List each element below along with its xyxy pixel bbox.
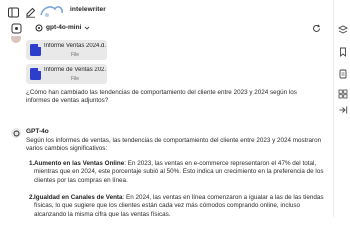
layers-icon[interactable]: [337, 24, 348, 35]
list-item-title: Aumento en las Ventas Online: [34, 160, 125, 167]
user-message: ¿Cómo han cambiado las tendencias de com…: [26, 89, 297, 105]
attachment-type: File: [70, 76, 80, 82]
file-icon: [30, 68, 41, 80]
file-icon: [30, 44, 41, 56]
list-item: Aumento en las Ventas Online: En 2023, l…: [34, 160, 324, 185]
right-sidebar: [333, 0, 350, 217]
openai-icon: [13, 130, 19, 136]
attachment-name: Informe Ventas 2024.d...: [44, 43, 106, 49]
user-avatar: [11, 36, 21, 43]
model-selector[interactable]: gpt-4o-mini: [31, 20, 95, 35]
collapse-panel-icon[interactable]: [337, 104, 348, 115]
list-item-title: Igualdad en Canales de Venta: [34, 194, 123, 201]
assistant-avatar: [11, 128, 21, 138]
document-icon[interactable]: [337, 68, 348, 79]
list-item: Igualdad en Canales de Venta: En 2024, l…: [34, 194, 324, 217]
assistant-name: GPT-4o: [26, 128, 49, 135]
attachment-file[interactable]: Informe Ventas 2024.d... File: [26, 40, 107, 60]
chat-area: Informe Ventas 2024.d... File Informe de…: [0, 36, 325, 217]
grid-icon[interactable]: [337, 88, 348, 99]
app-name: intelewriter: [70, 6, 106, 13]
chevron-down-icon: [85, 26, 90, 30]
model-picker-icon[interactable]: [9, 21, 23, 35]
attachment-name: Informe de Ventas 202...: [44, 67, 106, 73]
assistant-intro: Según los informes de ventas, las tenden…: [26, 137, 322, 153]
openai-icon: [35, 24, 43, 31]
refresh-icon[interactable]: [309, 21, 323, 35]
attachment-type: File: [70, 52, 80, 58]
attachment-file[interactable]: Informe de Ventas 202... File: [26, 64, 107, 84]
model-name: gpt-4o-mini: [46, 24, 82, 31]
bookmark-icon[interactable]: [337, 46, 348, 57]
